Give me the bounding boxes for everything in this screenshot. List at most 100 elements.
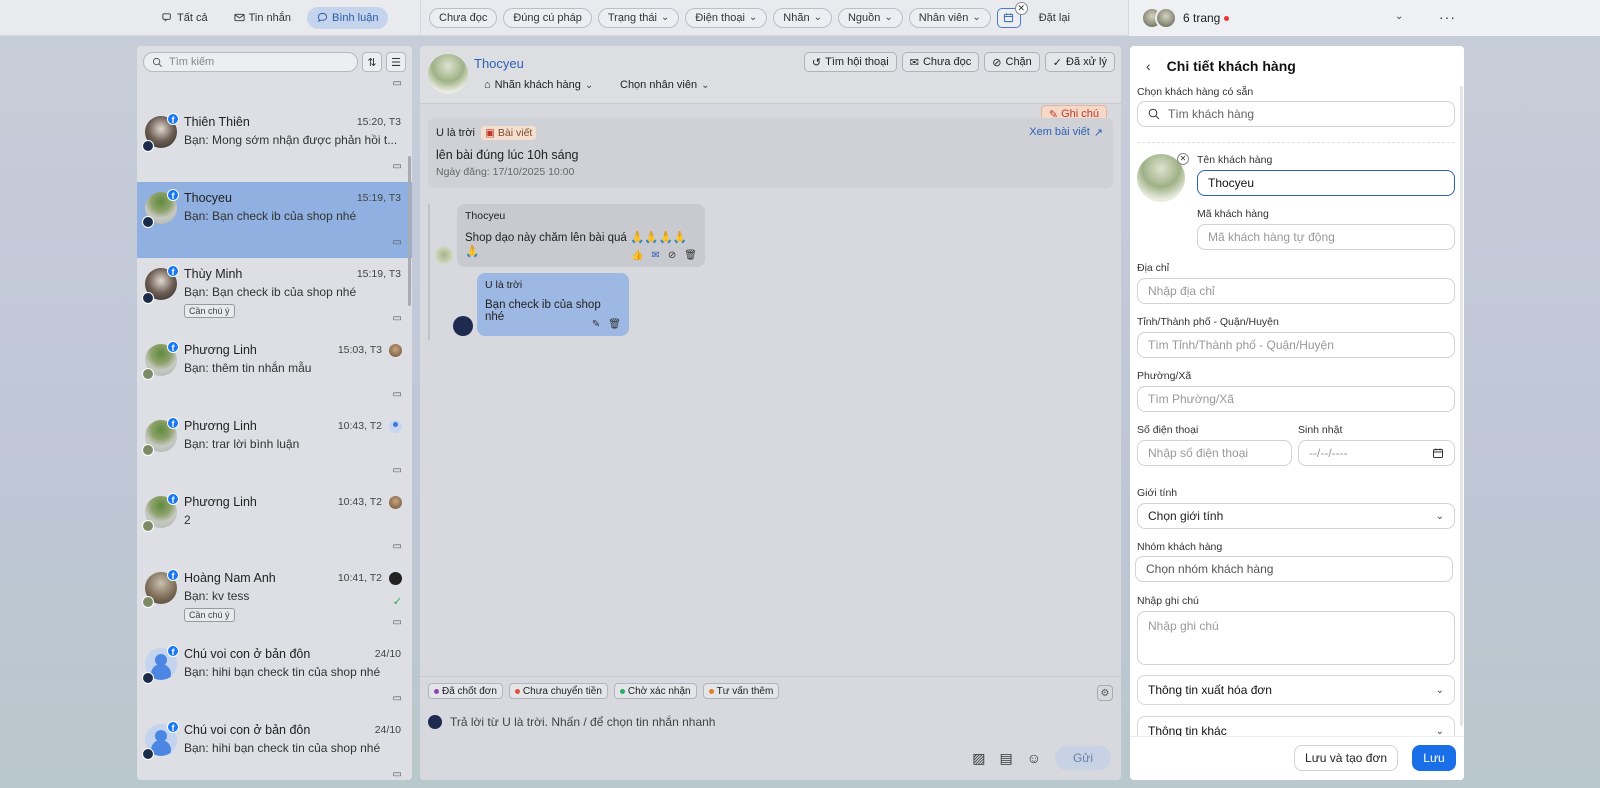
settings-gear-icon[interactable]: ⚙ [1097, 685, 1113, 701]
back-arrow-icon[interactable]: ‹ [1146, 58, 1151, 74]
sort-button[interactable]: ⇅ [362, 52, 382, 72]
clear-date-icon[interactable]: ✕ [1014, 1, 1028, 15]
conversation-item-selected[interactable]: f Thocyeu 15:19, T3 Bạn: Bạn check ib củ… [137, 182, 412, 258]
message-preview: Bạn: kv tess [184, 589, 250, 603]
message-preview: Bạn: trar lời bình luận [184, 437, 300, 451]
filter-phone[interactable]: Điện thoại ⌄ [685, 7, 768, 28]
phone-input[interactable]: Nhập số điện thoại [1137, 440, 1292, 466]
filter-label: Nhãn [783, 11, 810, 24]
comment-icon: ▭ [392, 465, 402, 476]
date-filter-button[interactable]: ✕ [996, 1, 1028, 28]
message-preview: Bạn: Bạn check ib của shop nhé [184, 285, 357, 299]
message-icon[interactable]: ✉ [652, 250, 660, 261]
reply-input[interactable]: Trả lời từ U là trời. Nhấn / để chọn tin… [428, 715, 715, 729]
hide-icon[interactable]: ⊘ [668, 250, 676, 261]
remove-customer-icon[interactable]: ✕ [1177, 153, 1189, 165]
filter-list-button[interactable]: ☰ [386, 52, 406, 72]
list-scrollbar[interactable] [408, 156, 411, 306]
comment-icon: ▭ [392, 693, 402, 704]
tab-messages[interactable]: Tin nhắn [224, 7, 301, 29]
comment-icon: ▭ [392, 237, 402, 248]
filter-source[interactable]: Nguồn ⌄ [837, 7, 903, 28]
conversation-item[interactable]: f Thiên Thiên 15:20, T3 Bạn: Mong sớm nh… [137, 106, 412, 182]
quick-tag[interactable]: Đã chốt đơn [428, 683, 503, 699]
conversation-list: Tìm kiếm ⇅ ☰ ▭ f Thiên Thiên 15:20, T3 B… [137, 46, 412, 780]
save-and-create-order-button[interactable]: Lưu và tạo đơn [1294, 745, 1398, 771]
customer-code-input[interactable]: Mã khách hàng tự động [1197, 224, 1455, 250]
note-textarea[interactable]: Nhập ghi chú [1137, 611, 1455, 665]
facebook-icon: f [167, 569, 179, 581]
filter-bar: Chưa đọc Đúng cú pháp Trạng thái ⌄ Điện t… [421, 1, 1070, 28]
ward-input[interactable]: Tìm Phường/Xã [1137, 386, 1455, 412]
address-label: Địa chỉ [1137, 262, 1170, 274]
search-icon [1148, 108, 1160, 120]
input-placeholder: --/--/---- [1309, 446, 1348, 460]
chevron-down-icon: ⌄ [584, 79, 594, 91]
tab-all[interactable]: Tất cả [152, 7, 218, 29]
filter-syntax[interactable]: Đúng cú pháp [503, 7, 592, 28]
more-options-icon[interactable]: ··· [1439, 9, 1456, 25]
save-button[interactable]: Lưu [1412, 745, 1456, 771]
address-input[interactable]: Nhập địa chỉ [1137, 278, 1455, 304]
calendar-icon[interactable] [1432, 447, 1444, 459]
chevron-down-icon[interactable]: ⌄ [1395, 11, 1403, 22]
reset-filters-button[interactable]: Đặt lại [1039, 12, 1070, 24]
comment-icon: ▭ [392, 78, 402, 89]
chat-contact-name[interactable]: Thocyeu [474, 56, 524, 71]
trash-icon[interactable]: 🗑 [684, 250, 697, 261]
edit-icon[interactable]: ✎ [592, 319, 600, 330]
filter-unread[interactable]: Chưa đọc [429, 7, 498, 28]
quick-reply-icon[interactable]: ▤ [999, 750, 1012, 767]
message-time: 10:43, T2 [337, 496, 382, 508]
conversation-item[interactable]: f Phương Linh 10:43, T2 Bạn: trar lời bì… [137, 410, 412, 486]
page-selector[interactable]: 6 trang ⌄ ··· [1128, 0, 1600, 36]
tag-dot [434, 688, 439, 694]
filter-label-tag[interactable]: Nhãn ⌄ [773, 7, 832, 28]
chevron-down-icon: ⌄ [1435, 684, 1444, 696]
block-button[interactable]: ⊘ Chặn [984, 52, 1040, 72]
customer-search-input[interactable]: Tìm khách hàng [1137, 101, 1455, 127]
panel-scrollbar[interactable] [1460, 86, 1463, 726]
quick-tag[interactable]: Tư vấn thêm [702, 683, 780, 699]
conversation-item[interactable]: f Hoàng Nam Anh 10:41, T2 Bạn: kv tess C… [137, 562, 412, 638]
conversation-item[interactable]: f Phương Linh 15:03, T3 Bạn: thêm tin nh… [137, 334, 412, 410]
filter-staff[interactable]: Nhân viên ⌄ [908, 7, 991, 28]
conversation-item[interactable]: f Chú voi con ở bản đôn 24/10 Bạn: hihi … [137, 638, 412, 714]
chat-bubbles-icon [162, 12, 173, 23]
conversation-item[interactable]: f Chú voi con ở bản đôn 24/10 Bạn: hihi … [137, 714, 412, 780]
group-select[interactable]: Chọn nhóm khách hàng [1135, 556, 1453, 582]
chat-actions: ↺ Tìm hội thoại ✉ Chưa đọc ⊘ Chặn ✓ Đã xử lý [803, 52, 1115, 72]
panel-title: Chi tiết khách hàng [1166, 58, 1296, 74]
like-icon[interactable]: 👍 [631, 250, 643, 261]
province-input[interactable]: Tìm Tỉnh/Thành phố - Quận/Huyện [1137, 332, 1455, 358]
conversation-search[interactable]: Tìm kiếm [143, 52, 358, 72]
tab-comments[interactable]: Bình luận [306, 6, 389, 29]
birthday-input[interactable]: --/--/---- [1298, 440, 1455, 466]
search-conversation-button[interactable]: ↺ Tìm hội thoại [803, 52, 897, 72]
staff-dropdown[interactable]: Chọn nhân viên ⌄ [620, 79, 709, 91]
invoice-info-section[interactable]: Thông tin xuất hóa đơn ⌄ [1137, 675, 1455, 705]
external-link-icon: ↗ [1093, 127, 1103, 139]
tag-dot [708, 688, 714, 694]
trash-icon[interactable]: 🗑 [608, 319, 621, 330]
conversation-item[interactable]: f Thùy Minh 15:19, T3 Bạn: Bạn check ib … [137, 258, 412, 334]
attention-tag: Cần chú ý [184, 304, 235, 318]
gender-select[interactable]: Chọn giới tính ⌄ [1137, 503, 1455, 529]
quick-tag[interactable]: Chờ xác nhận [613, 683, 697, 699]
conversation-item[interactable]: f Phương Linh 10:43, T2 2 ▭ [137, 486, 412, 562]
mark-done-button[interactable]: ✓ Đã xử lý [1044, 52, 1115, 72]
image-icon[interactable]: ▨ [972, 750, 985, 767]
contact-name: Chú voi con ở bản đôn [184, 647, 311, 661]
page-avatar [142, 444, 154, 456]
mark-unread-button[interactable]: ✉ Chưa đọc [901, 52, 980, 72]
send-button[interactable]: Gửi [1055, 746, 1111, 770]
emoji-icon[interactable]: ☺ [1027, 750, 1041, 766]
customer-name-input[interactable]: Thocyeu [1197, 170, 1455, 196]
filter-status[interactable]: Trạng thái ⌄ [597, 7, 680, 28]
customer-label-dropdown[interactable]: ⌂ Nhãn khách hàng ⌄ [484, 79, 593, 91]
comment-icon: ▭ [392, 161, 402, 172]
dropdown-label: Chọn nhân viên [620, 79, 698, 91]
view-post-link[interactable]: Xem bài viết ↗ [1029, 126, 1103, 139]
quick-tag[interactable]: Chưa chuyển tiền [508, 683, 608, 699]
message-time: 24/10 [374, 648, 401, 660]
